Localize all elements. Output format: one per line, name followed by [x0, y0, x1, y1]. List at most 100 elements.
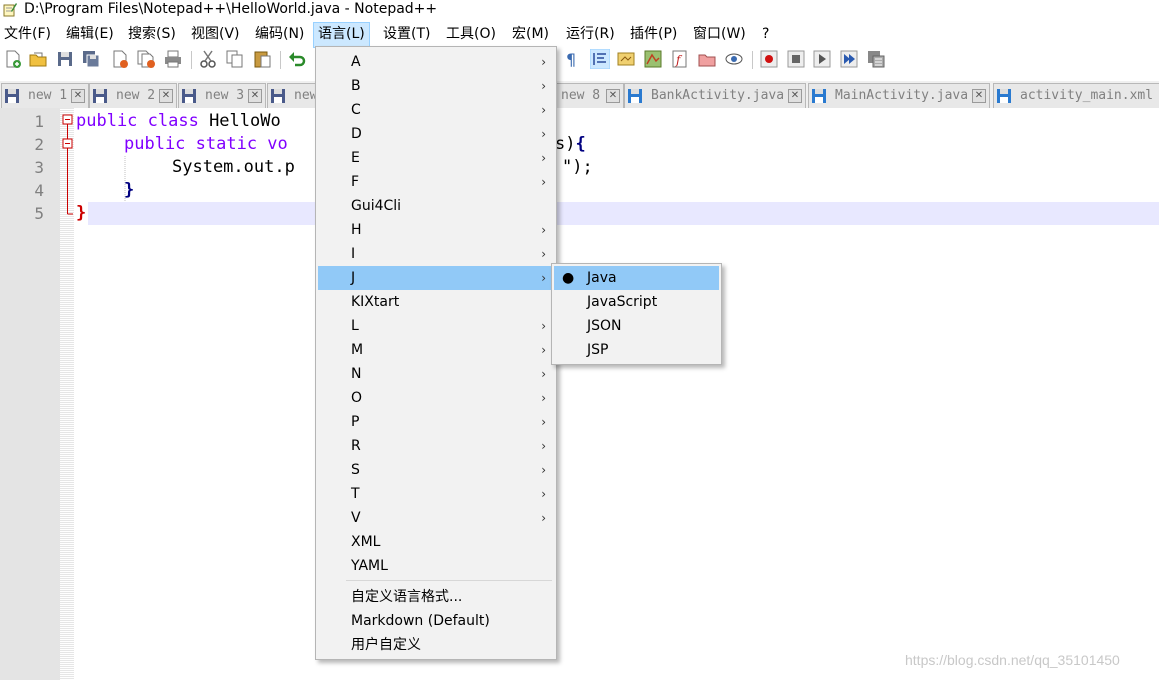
language-menu-item-c[interactable]: C › [318, 98, 554, 122]
undo-icon[interactable] [287, 49, 307, 69]
code-text: HelloWo [209, 111, 281, 131]
tab-close-icon[interactable]: ✕ [606, 89, 620, 103]
tab-new-4[interactable]: new [267, 83, 319, 108]
language-menu-item-h[interactable]: H › [318, 218, 554, 242]
language-menu-item-a[interactable]: A › [318, 50, 554, 74]
menu-edit[interactable]: 编辑(E) [62, 22, 118, 46]
language-menu-item-e[interactable]: E › [318, 146, 554, 170]
markdown-default-item[interactable]: Markdown (Default) [318, 609, 554, 633]
define-language-item[interactable]: 自定义语言格式... [318, 585, 554, 609]
tab-mainactivity-java[interactable]: MainActivity.java ✕ [808, 83, 990, 108]
tab-new-2[interactable]: new 2 ✕ [89, 83, 177, 108]
new-file-icon[interactable] [3, 49, 23, 69]
macro-save-icon[interactable] [866, 49, 886, 69]
show-all-characters-icon[interactable]: ¶ [562, 49, 582, 69]
language-menu-item-p[interactable]: P › [318, 410, 554, 434]
save-icon[interactable] [55, 49, 75, 69]
menu-item-label: YAML [351, 558, 388, 574]
menu-item-label: Gui4Cli [351, 198, 402, 214]
submenu-arrow-icon: › [541, 79, 546, 93]
language-menu-item-f[interactable]: F › [318, 170, 554, 194]
line-number: 5 [34, 204, 44, 223]
code-brace: { [575, 134, 586, 154]
user-defined-item[interactable]: 用户自定义 [318, 633, 554, 657]
print-icon[interactable] [163, 49, 183, 69]
menu-run[interactable]: 运行(R) [562, 22, 619, 46]
menu-view[interactable]: 视图(V) [187, 22, 244, 46]
language-menu-item-kixtart[interactable]: KIXtart [318, 290, 554, 314]
macro-record-icon[interactable] [759, 49, 779, 69]
tab-close-icon[interactable]: ✕ [71, 89, 85, 103]
submenu-arrow-icon: › [541, 55, 546, 69]
language-menu-item-gui4cli[interactable]: Gui4Cli [318, 194, 554, 218]
monitoring-icon[interactable] [724, 49, 744, 69]
language-menu-item-s[interactable]: S › [318, 458, 554, 482]
tab-new-3[interactable]: new 3 ✕ [178, 83, 266, 108]
folder-as-workspace-icon[interactable] [697, 49, 717, 69]
menu-item-label: A [351, 54, 361, 70]
menu-encoding[interactable]: 编码(N) [251, 22, 308, 46]
language-menu-item-m[interactable]: M › [318, 338, 554, 362]
menu-plugins[interactable]: 插件(P) [626, 22, 681, 46]
submenu-arrow-icon: › [541, 511, 546, 525]
tab-close-icon[interactable]: ✕ [248, 89, 262, 103]
menu-language[interactable]: 语言(L) [313, 22, 370, 48]
tab-label: new 2 [116, 88, 156, 103]
language-menu-item-t[interactable]: T › [318, 482, 554, 506]
function-list-icon[interactable]: f [670, 49, 690, 69]
submenu-item-java[interactable]: ● Java [554, 266, 719, 290]
language-menu-item-xml[interactable]: XML [318, 530, 554, 554]
window-title: D:\Program Files\Notepad++\HelloWorld.ja… [24, 1, 438, 17]
submenu-item-jsp[interactable]: JSP [554, 338, 719, 362]
tab-close-icon[interactable]: ✕ [972, 89, 986, 103]
menu-settings[interactable]: 设置(T) [379, 22, 434, 46]
submenu-arrow-icon: › [541, 127, 546, 141]
user-defined-dialog-icon[interactable] [616, 49, 636, 69]
language-menu-item-o[interactable]: O › [318, 386, 554, 410]
macro-play-icon[interactable] [812, 49, 832, 69]
menu-file[interactable]: 文件(F) [0, 22, 55, 46]
submenu-item-javascript[interactable]: JavaScript [554, 290, 719, 314]
language-menu-item-yaml[interactable]: YAML [318, 554, 554, 578]
tab-activity-main-xml[interactable]: activity_main.xml [993, 83, 1159, 108]
paste-icon[interactable] [252, 49, 272, 69]
menu-item-label: D [351, 126, 362, 142]
language-menu-item-i[interactable]: I › [318, 242, 554, 266]
cut-icon[interactable] [198, 49, 218, 69]
menu-tools[interactable]: 工具(O) [442, 22, 500, 46]
tab-new-1[interactable]: new 1 ✕ [1, 83, 89, 108]
code-line-3-tail: "); [562, 156, 593, 179]
tab-close-icon[interactable]: ✕ [159, 89, 173, 103]
submenu-arrow-icon: › [541, 487, 546, 501]
save-all-icon[interactable] [81, 49, 101, 69]
tab-close-icon[interactable]: ✕ [788, 89, 802, 103]
language-menu-item-j[interactable]: J › [318, 266, 554, 290]
language-menu-item-v[interactable]: V › [318, 506, 554, 530]
menu-help[interactable]: ? [758, 22, 773, 46]
menu-window[interactable]: 窗口(W) [689, 22, 750, 46]
indent-guide-icon[interactable] [590, 49, 610, 69]
tab-bankactivity-java[interactable]: BankActivity.java ✕ [624, 83, 806, 108]
line-number: 3 [34, 158, 44, 177]
menu-macro[interactable]: 宏(M) [508, 22, 553, 46]
macro-stop-icon[interactable] [786, 49, 806, 69]
close-all-icon[interactable] [136, 49, 156, 69]
close-file-icon[interactable] [110, 49, 130, 69]
language-menu-item-b[interactable]: B › [318, 74, 554, 98]
language-menu-item-d[interactable]: D › [318, 122, 554, 146]
copy-icon[interactable] [225, 49, 245, 69]
menu-search[interactable]: 搜索(S) [124, 22, 180, 46]
saved-file-icon [628, 89, 642, 103]
submenu-arrow-icon: › [541, 367, 546, 381]
tab-label: new 3 [205, 88, 245, 103]
tab-new-8[interactable]: new 8 ✕ [552, 83, 624, 108]
language-menu-item-r[interactable]: R › [318, 434, 554, 458]
open-file-icon[interactable] [28, 49, 48, 69]
document-map-icon[interactable] [643, 49, 663, 69]
selected-bullet-icon: ● [562, 270, 575, 286]
code-editor[interactable]: 1 2 3 4 5 public class HelloWo public st… [0, 108, 1159, 680]
macro-play-multiple-icon[interactable] [839, 49, 859, 69]
submenu-item-json[interactable]: JSON [554, 314, 719, 338]
language-menu-item-l[interactable]: L › [318, 314, 554, 338]
language-menu-item-n[interactable]: N › [318, 362, 554, 386]
